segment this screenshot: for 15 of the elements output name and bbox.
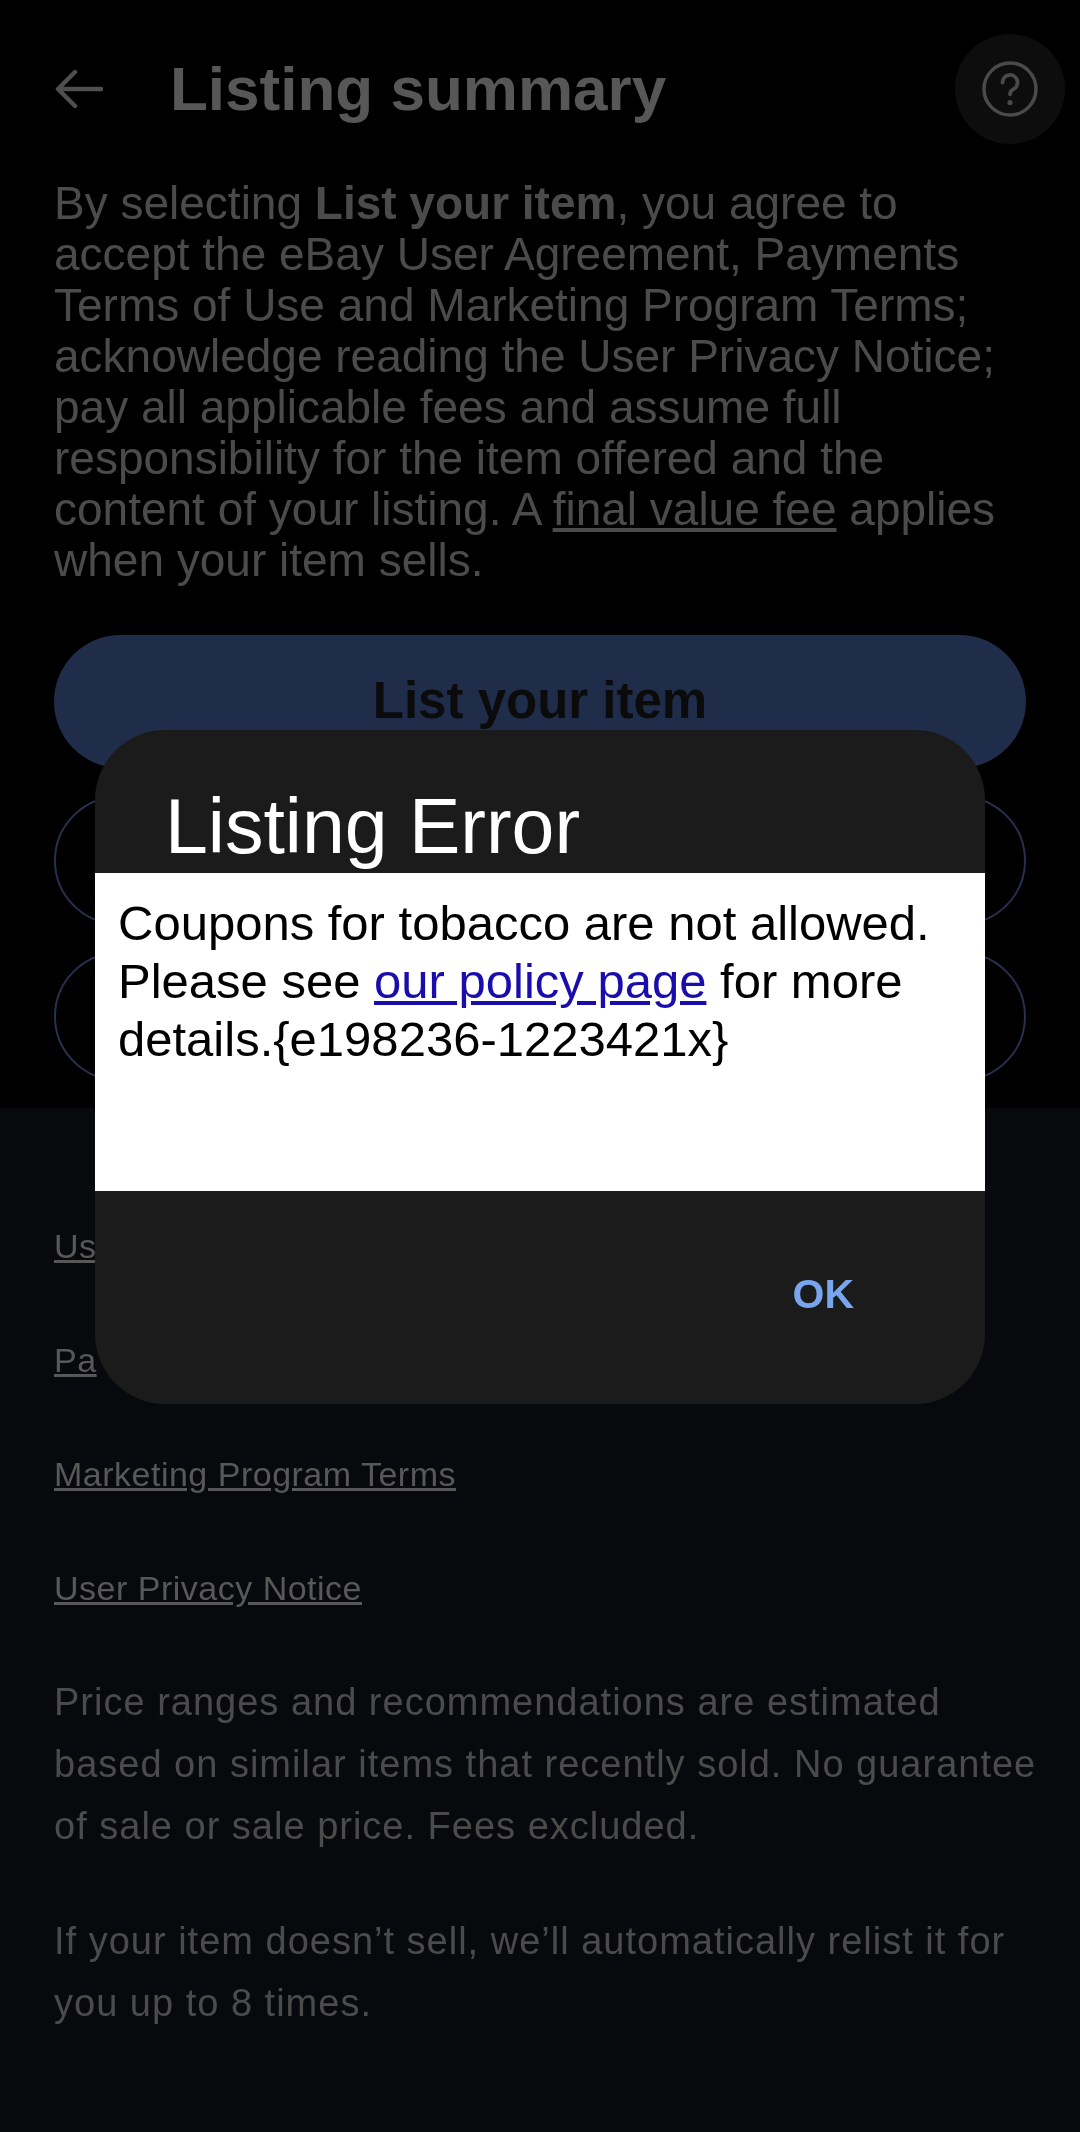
info-text: If your item doesn’t sell, we’ll automatically relist it for you up to 8 times. (54, 1919, 1007, 2026)
final-value-fee-link[interactable]: final value fee (552, 483, 837, 535)
ok-button[interactable]: OK (764, 1254, 882, 1335)
dialog-title: Listing Error (165, 782, 582, 871)
error-message: Coupons for tobacco are not allowed. Please see our policy page for more details.{e198236-1223421x} (118, 895, 931, 1068)
help-icon (982, 61, 1038, 117)
page-title: Listing summary (170, 53, 667, 125)
info-text: Price ranges and recommendations are estimated based on similar items that recently sold. No guarantee of sale or sale price. Fees excluded. (54, 1680, 1038, 1849)
legal-link[interactable]: Us (54, 1226, 97, 1266)
legal-link[interactable]: Pa (54, 1340, 97, 1380)
policy-page-link[interactable]: our policy page (374, 954, 707, 1008)
legal-link[interactable]: User Privacy Notice (54, 1568, 362, 1608)
back-icon[interactable] (55, 69, 103, 109)
legal-link[interactable]: Marketing Program Terms (54, 1454, 456, 1494)
agreement-text: By selecting List your item, you agree to accept the eBay User Agreement, Payments Terms of Use and Marketing Program Terms; acknowledge reading the User Privacy Notice; pay all applicable fees and assume full responsibility for the item offered and the content of your listing. A final value fee applies when your item sells. (53, 178, 997, 586)
